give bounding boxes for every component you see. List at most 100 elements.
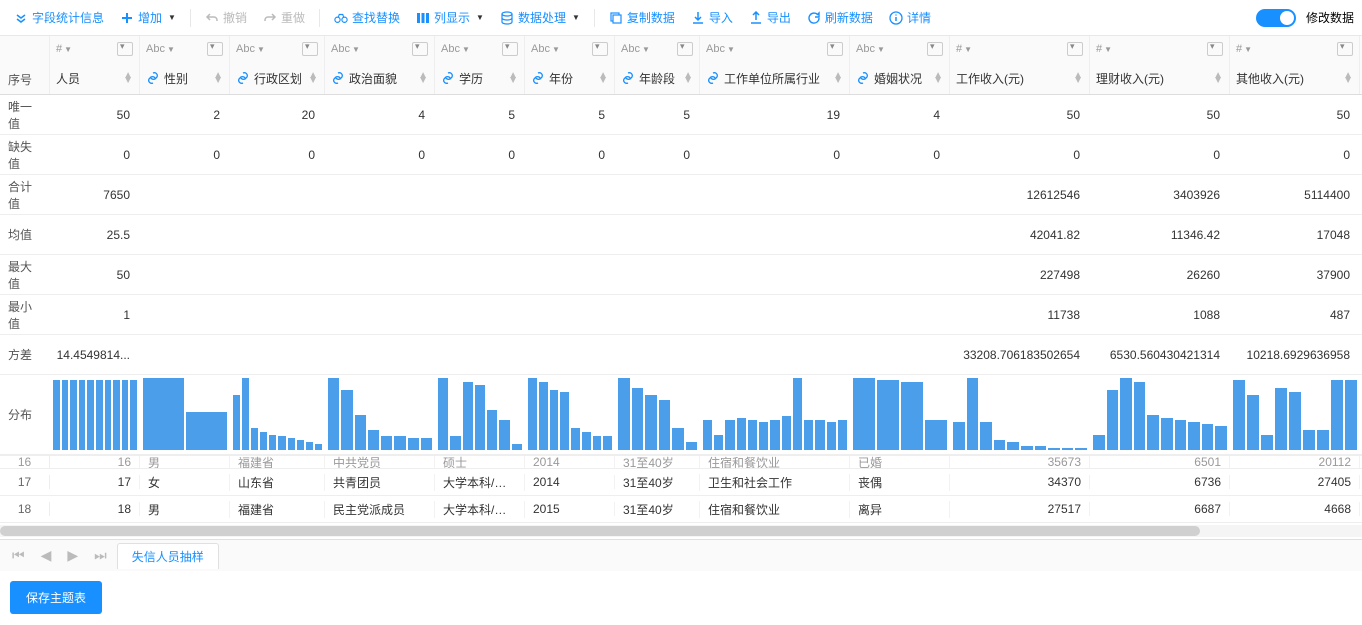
table-cell[interactable]: 6501 (1090, 455, 1230, 469)
table-row[interactable]: 1616男福建省中共党员硕士201431至40岁住宿和餐饮业已婚35673650… (0, 455, 1362, 469)
sort-icon[interactable]: ▲▼ (833, 73, 843, 83)
column-header[interactable]: Abc ▼年份▲▼ (525, 36, 615, 94)
column-header[interactable]: Abc ▼性别▲▼ (140, 36, 230, 94)
table-cell[interactable]: 福建省 (230, 501, 325, 518)
filter-button[interactable] (1207, 42, 1223, 56)
sort-icon[interactable]: ▲▼ (1073, 73, 1083, 83)
table-cell[interactable]: 31至40岁 (615, 455, 700, 469)
sort-icon[interactable]: ▲▼ (1213, 73, 1223, 83)
filter-button[interactable] (927, 42, 943, 56)
table-cell[interactable]: 2014 (525, 455, 615, 469)
table-cell[interactable]: 共青团员 (325, 474, 435, 491)
table-cell[interactable]: 27405 (1230, 475, 1360, 489)
sort-icon[interactable]: ▲▼ (123, 73, 133, 83)
sort-icon[interactable]: ▲▼ (1343, 73, 1353, 83)
detail-button[interactable]: 详情 (883, 5, 937, 30)
filter-button[interactable] (117, 42, 133, 56)
table-cell[interactable]: 4668 (1230, 502, 1360, 516)
column-header[interactable]: Abc ▼政治面貌▲▼ (325, 36, 435, 94)
table-cell[interactable]: 男 (140, 501, 230, 518)
table-cell[interactable]: 2015 (525, 502, 615, 516)
table-cell[interactable]: 20112 (1230, 455, 1360, 469)
sort-icon[interactable]: ▲▼ (598, 73, 608, 83)
table-cell[interactable]: 17 (50, 475, 140, 489)
table-cell[interactable]: 2014 (525, 475, 615, 489)
data-process-button[interactable]: 数据处理▼ (494, 5, 586, 30)
tab-first-button[interactable]: ⏮ (6, 545, 31, 566)
filter-button[interactable] (677, 42, 693, 56)
copy-data-button[interactable]: 复制数据 (603, 5, 681, 30)
copy-data-label: 复制数据 (627, 9, 675, 26)
modify-data-toggle[interactable] (1256, 9, 1296, 27)
sort-icon[interactable]: ▲▼ (213, 73, 223, 83)
table-cell[interactable]: 34370 (950, 475, 1090, 489)
table-cell[interactable]: 山东省 (230, 474, 325, 491)
table-cell[interactable]: 卫生和社会工作 (700, 474, 850, 491)
filter-button[interactable] (1067, 42, 1083, 56)
table-cell[interactable]: 已婚 (850, 455, 950, 469)
scrollbar-thumb[interactable] (0, 526, 1200, 536)
column-header[interactable]: Abc ▼婚姻状况▲▼ (850, 36, 950, 94)
table-cell[interactable]: 中共党员 (325, 455, 435, 469)
table-cell[interactable]: 35673 (950, 455, 1090, 469)
filter-button[interactable] (827, 42, 843, 56)
table-cell[interactable]: 硕士 (435, 455, 525, 469)
table-cell[interactable]: 男 (140, 455, 230, 469)
filter-button[interactable] (1337, 42, 1353, 56)
add-button[interactable]: 增加▼ (114, 5, 182, 30)
refresh-button[interactable]: 刷新数据 (801, 5, 879, 30)
export-button[interactable]: 导出 (743, 5, 797, 30)
table-cell[interactable]: 住宿和餐饮业 (700, 455, 850, 469)
save-theme-table-button[interactable]: 保存主题表 (10, 581, 102, 614)
filter-button[interactable] (412, 42, 428, 56)
table-cell[interactable]: 31至40岁 (615, 501, 700, 518)
tab-prev-button[interactable]: ◀ (35, 545, 58, 566)
table-cell[interactable]: 丧偶 (850, 474, 950, 491)
column-header[interactable]: Abc ▼行政区划▲▼ (230, 36, 325, 94)
column-header[interactable]: Abc ▼工作单位所属行业▲▼ (700, 36, 850, 94)
find-replace-button[interactable]: 查找替换 (328, 5, 406, 30)
sort-icon[interactable]: ▲▼ (683, 73, 693, 83)
table-cell[interactable]: 大学本科/大... (435, 501, 525, 518)
tab-last-button[interactable]: ⏭ (88, 545, 113, 566)
tab-next-button[interactable]: ▶ (61, 545, 84, 566)
filter-button[interactable] (502, 42, 518, 56)
column-header[interactable]: Abc ▼年龄段▲▼ (615, 36, 700, 94)
table-cell[interactable]: 6687 (1090, 502, 1230, 516)
undo-button[interactable]: 撤销 (199, 5, 253, 30)
filter-button[interactable] (302, 42, 318, 56)
table-row[interactable]: 1717女山东省共青团员大学本科/大...201431至40岁卫生和社会工作丧偶… (0, 469, 1362, 496)
column-header[interactable]: Abc ▼学历▲▼ (435, 36, 525, 94)
table-cell[interactable]: 6736 (1090, 475, 1230, 489)
table-cell[interactable]: 16 (50, 455, 140, 469)
sort-icon[interactable]: ▲▼ (508, 73, 518, 83)
column-header[interactable]: # ▼理财收入(元)▲▼ (1090, 36, 1230, 94)
sort-icon[interactable]: ▲▼ (308, 73, 318, 83)
import-button[interactable]: 导入 (685, 5, 739, 30)
sheet-tab[interactable]: 失信人员抽样 (117, 543, 219, 569)
table-row[interactable]: 1818男福建省民主党派成员大学本科/大...201531至40岁住宿和餐饮业离… (0, 496, 1362, 523)
sort-icon[interactable]: ▲▼ (933, 73, 943, 83)
stat-cell: 11346.42 (1090, 228, 1230, 242)
redo-button[interactable]: 重做 (257, 5, 311, 30)
table-cell[interactable]: 女 (140, 474, 230, 491)
table-cell[interactable]: 福建省 (230, 455, 325, 469)
column-name: 性别 (146, 70, 188, 87)
table-cell[interactable]: 18 (50, 502, 140, 516)
table-cell[interactable]: 31至40岁 (615, 474, 700, 491)
column-header[interactable]: # ▼工作收入(元)▲▼ (950, 36, 1090, 94)
sort-icon[interactable]: ▲▼ (418, 73, 428, 83)
filter-button[interactable] (207, 42, 223, 56)
table-cell[interactable]: 民主党派成员 (325, 501, 435, 518)
link-icon (146, 71, 160, 85)
table-cell[interactable]: 住宿和餐饮业 (700, 501, 850, 518)
column-header[interactable]: # ▼其他收入(元)▲▼ (1230, 36, 1360, 94)
table-cell[interactable]: 27517 (950, 502, 1090, 516)
column-header[interactable]: # ▼人员▲▼ (50, 36, 140, 94)
horizontal-scrollbar[interactable] (0, 525, 1362, 537)
column-display-button[interactable]: 列显示▼ (410, 5, 490, 30)
field-stats-button[interactable]: 字段统计信息 (8, 5, 110, 30)
table-cell[interactable]: 大学本科/大... (435, 474, 525, 491)
table-cell[interactable]: 离异 (850, 501, 950, 518)
filter-button[interactable] (592, 42, 608, 56)
